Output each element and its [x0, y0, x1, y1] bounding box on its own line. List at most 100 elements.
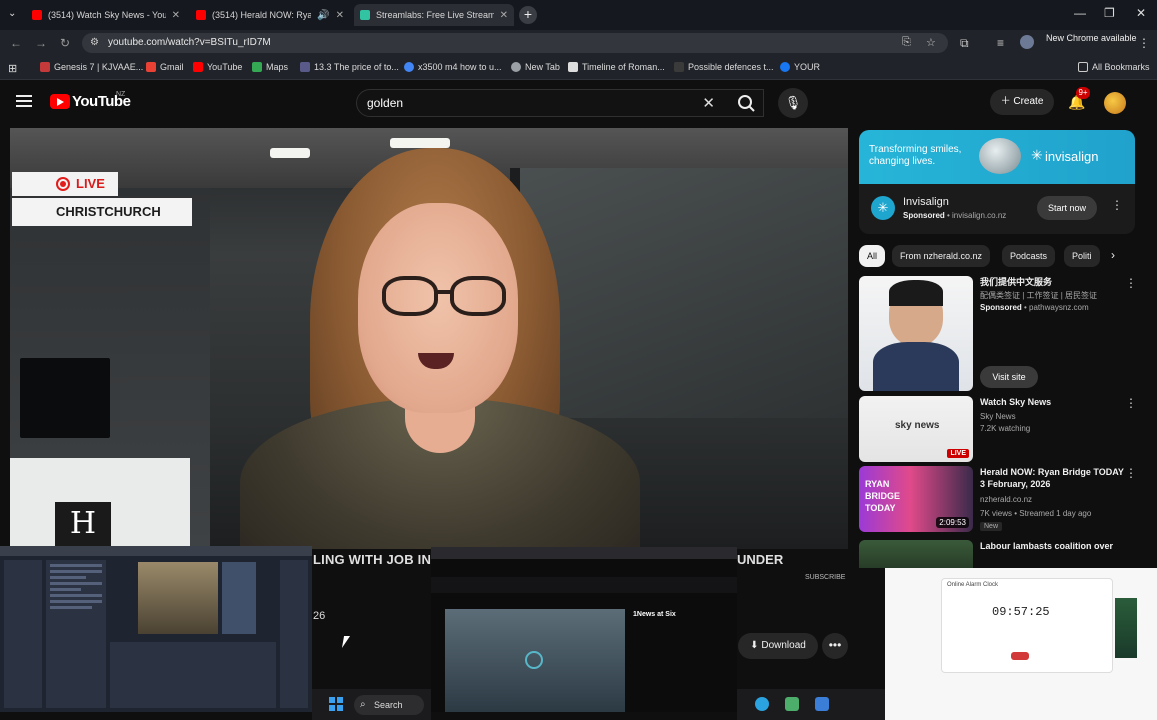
- close-icon[interactable]: ✕: [336, 10, 344, 21]
- app-preview-side: [222, 562, 256, 634]
- apps-icon[interactable]: ⊞: [8, 62, 17, 75]
- download-button[interactable]: ⬇ Download: [738, 633, 818, 659]
- rec-sponsor-line: Sponsored • pathwaysnz.com: [980, 303, 1089, 312]
- visit-site-button[interactable]: Visit site: [980, 366, 1038, 388]
- streaming-app-thumbnail[interactable]: [0, 546, 312, 712]
- app-icon[interactable]: [815, 697, 829, 711]
- chip-politics[interactable]: Politi: [1064, 245, 1100, 267]
- bookmark-item[interactable]: New Tab: [511, 62, 560, 72]
- search-input[interactable]: golden ✕: [356, 89, 764, 117]
- rec-title: Labour lambasts coalition over: [980, 541, 1114, 551]
- audio-icon[interactable]: 🔊: [317, 10, 329, 21]
- chip-podcasts[interactable]: Podcasts: [1002, 245, 1056, 267]
- chrome-menu-icon[interactable]: ⋮: [1138, 36, 1150, 50]
- edge-icon[interactable]: [785, 697, 799, 711]
- menu-icon[interactable]: [16, 95, 32, 107]
- tab-search-icon[interactable]: ⌄: [8, 8, 16, 19]
- close-icon[interactable]: ✕: [500, 10, 508, 21]
- search-query[interactable]: golden: [367, 96, 403, 110]
- tab-title: Streamlabs: Free Live Streamin: [376, 10, 494, 20]
- studio-monitor: [20, 358, 110, 438]
- video-item[interactable]: sky news LIVE Watch Sky News Sky News 7.…: [859, 396, 1139, 462]
- chip-all[interactable]: All: [859, 245, 886, 267]
- create-button[interactable]: ＋ Create: [990, 89, 1054, 115]
- telegram-icon[interactable]: [755, 697, 769, 711]
- alarm-time: 09:57:25: [992, 605, 1050, 619]
- youtube-header: YouTube NZ golden ✕ 🎙 ＋ Create 🔔 9+: [0, 80, 1157, 126]
- close-window-icon[interactable]: ✕: [1136, 6, 1146, 20]
- ad-brand: invisalign: [1045, 149, 1099, 164]
- app-chat-panel: [46, 560, 106, 708]
- more-options-icon[interactable]: ⋮: [1111, 198, 1123, 212]
- extensions-icon[interactable]: ⧉: [960, 36, 969, 51]
- profile-avatar[interactable]: [1020, 35, 1034, 49]
- ad-product-image: [979, 138, 1021, 174]
- minimize-icon[interactable]: —: [1074, 6, 1086, 20]
- video-item[interactable]: RYAN BRIDGE TODAY 2:09:53 Herald NOW: Ry…: [859, 466, 1139, 534]
- alarm-clock-thumbnail[interactable]: Online Alarm Clock 09:57:25: [885, 568, 1157, 720]
- new-tab-button[interactable]: +: [519, 6, 537, 24]
- clear-search-icon[interactable]: ✕: [702, 94, 715, 112]
- more-actions-icon[interactable]: •••: [822, 633, 848, 659]
- ad-info[interactable]: ✳ Invisalign Sponsored • invisalign.co.n…: [859, 184, 1135, 234]
- alarm-button[interactable]: [1011, 652, 1029, 660]
- video-item[interactable]: Labour lambasts coalition over: [859, 540, 1139, 568]
- chip-from-nzherald[interactable]: From nzherald.co.nz: [892, 245, 991, 267]
- media-controls-icon[interactable]: ≡: [997, 36, 1004, 50]
- rec-channel[interactable]: nzherald.co.nz: [980, 494, 1032, 505]
- youtube-icon: [193, 62, 203, 72]
- more-options-icon[interactable]: ⋮: [1125, 276, 1137, 290]
- all-bookmarks-button[interactable]: All Bookmarks: [1078, 62, 1150, 72]
- bookmark-item[interactable]: Gmail: [146, 62, 184, 72]
- start-now-button[interactable]: Start now: [1037, 196, 1097, 220]
- omnibox[interactable]: ⚙ youtube.com/watch?v=BSITu_rID7M ⎘ ☆: [82, 33, 948, 53]
- url-text[interactable]: youtube.com/watch?v=BSITu_rID7M: [108, 37, 271, 48]
- invisalign-logo-icon: ✳: [1031, 147, 1043, 163]
- bookmark-item[interactable]: YOUR: [780, 62, 820, 72]
- chevron-right-icon[interactable]: ›: [1111, 248, 1115, 262]
- bookmark-star-icon[interactable]: ☆: [926, 36, 936, 49]
- search-icon: [738, 95, 755, 112]
- tab-sky-news[interactable]: (3514) Watch Sky News - YouT ✕: [26, 4, 186, 26]
- bookmark-item[interactable]: Maps: [252, 62, 288, 72]
- windows-start-icon[interactable]: [329, 697, 343, 711]
- tvnz-window-thumbnail[interactable]: 1News at Six: [431, 547, 737, 712]
- forward-icon[interactable]: →: [35, 36, 47, 50]
- tab-streamlabs[interactable]: Streamlabs: Free Live Streamin ✕: [354, 4, 514, 26]
- rec-channel[interactable]: Sky News: [980, 411, 1016, 422]
- screen: ⌄ (3514) Watch Sky News - YouT ✕ (3514) …: [0, 0, 1157, 720]
- chrome-update-button[interactable]: New Chrome available: [1046, 33, 1137, 43]
- bookmark-favicon-icon: [300, 62, 310, 72]
- bookmark-item[interactable]: Possible defences t...: [674, 62, 774, 72]
- bookmark-item[interactable]: Timeline of Roman...: [568, 62, 665, 72]
- video-thumbnail: RYAN BRIDGE TODAY 2:09:53: [859, 466, 973, 532]
- install-icon[interactable]: ⎘: [902, 36, 911, 49]
- download-icon: ⬇: [750, 640, 762, 651]
- bookmark-item[interactable]: Genesis 7 | KJVAAE...: [40, 62, 143, 72]
- maximize-icon[interactable]: ❐: [1104, 6, 1115, 20]
- more-options-icon[interactable]: ⋮: [1125, 466, 1137, 480]
- ad-banner[interactable]: Transforming smiles, changing lives. ✳ i…: [859, 130, 1135, 184]
- facebook-icon: [780, 62, 790, 72]
- voice-search-icon[interactable]: 🎙: [778, 88, 808, 118]
- gmail-icon: [146, 62, 156, 72]
- site-info-icon[interactable]: ⚙: [90, 37, 99, 48]
- bookmark-item[interactable]: YouTube: [193, 62, 242, 72]
- reload-icon[interactable]: ↻: [60, 36, 70, 50]
- back-icon[interactable]: ←: [10, 36, 22, 50]
- bookmark-item[interactable]: x3500 m4 how to u...: [404, 62, 502, 72]
- youtube-logo-icon[interactable]: [50, 94, 70, 109]
- taskbar-right: [737, 689, 885, 720]
- tab-herald-now[interactable]: (3514) Herald NOW: Ryan B 🔊 ✕: [190, 4, 350, 26]
- live-badge: LIVE: [12, 172, 118, 196]
- taskbar-search[interactable]: Search: [354, 695, 424, 715]
- video-player[interactable]: [10, 128, 848, 549]
- search-button[interactable]: [728, 89, 766, 117]
- close-icon[interactable]: ✕: [172, 10, 180, 21]
- news-title: 1News at Six: [633, 611, 676, 618]
- rec-subtitle: 配偶类签证 | 工作签证 | 居民签证: [980, 291, 1098, 300]
- more-options-icon[interactable]: ⋮: [1125, 396, 1137, 410]
- account-avatar[interactable]: [1104, 92, 1126, 114]
- sponsored-item[interactable]: 我们提供中文服务 配偶类签证 | 工作签证 | 居民签证 Sponsored •…: [859, 276, 1139, 392]
- bookmark-item[interactable]: 13.3 The price of to...: [300, 62, 399, 72]
